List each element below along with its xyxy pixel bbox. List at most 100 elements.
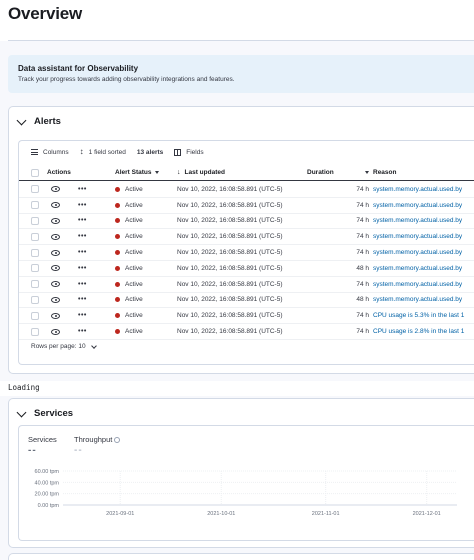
- status-dot: [115, 202, 120, 208]
- more-actions-icon[interactable]: •••: [78, 312, 87, 319]
- sort-label: 1 field sorted: [88, 148, 126, 156]
- more-actions-icon[interactable]: •••: [78, 202, 87, 209]
- table-row: ••• Active Nov 10, 2022, 16:08:58.891 (U…: [19, 261, 474, 277]
- alert-status: Active: [125, 201, 143, 209]
- table-row: ••• Active Nov 10, 2022, 16:08:58.891 (U…: [19, 324, 474, 340]
- eye-icon[interactable]: [51, 312, 60, 319]
- reason-link[interactable]: system.memory.actual.used.by: [373, 214, 462, 229]
- eye-icon[interactable]: [51, 281, 60, 288]
- x-tick-label: 2021-10-01: [207, 511, 235, 517]
- row-checkbox[interactable]: [31, 264, 39, 273]
- alert-status-cell: Active: [115, 293, 143, 308]
- fields-button[interactable]: Fields: [174, 148, 204, 156]
- more-actions-icon[interactable]: •••: [78, 233, 87, 240]
- reason-link[interactable]: system.memory.actual.used.by: [373, 277, 462, 292]
- alerts-section-toggle[interactable]: Alerts: [16, 115, 61, 127]
- eye-icon[interactable]: [51, 249, 60, 256]
- alerts-count: 13 alerts: [137, 149, 163, 156]
- table-header: Actions Alert Status ↓ Last updated Durat…: [19, 165, 474, 181]
- status-dot: [115, 186, 120, 192]
- sort-button[interactable]: ↕ 1 field sorted: [80, 148, 126, 156]
- rows-per-page-button[interactable]: Rows per page: 10: [31, 342, 97, 350]
- select-all-checkbox[interactable]: [31, 168, 39, 177]
- alert-status: Active: [125, 185, 143, 193]
- alert-status-cell: Active: [115, 277, 143, 292]
- alerts-count-label: 13 alerts: [136, 148, 164, 156]
- reason-link[interactable]: CPU usage is 5.3% in the last 1: [373, 308, 464, 323]
- eye-icon[interactable]: [51, 217, 60, 224]
- services-chart-card: Services -- Throughput -- 60.00 tpm 40.00…: [18, 425, 474, 541]
- alert-status: Active: [125, 249, 143, 257]
- eye-icon[interactable]: [51, 202, 60, 209]
- more-actions-icon[interactable]: •••: [78, 265, 87, 272]
- row-checkbox[interactable]: [31, 311, 39, 320]
- row-checkbox[interactable]: [31, 280, 39, 289]
- more-actions-icon[interactable]: •••: [78, 296, 87, 303]
- more-actions-icon[interactable]: •••: [78, 249, 87, 256]
- y-tick-label: 0.00 tpm: [38, 503, 60, 509]
- more-actions-icon[interactable]: •••: [78, 217, 87, 224]
- last-updated-cell: Nov 10, 2022, 16:08:58.891 (UTC-5): [177, 185, 283, 193]
- eye-icon[interactable]: [51, 265, 60, 272]
- alerts-table: Columns ↕ 1 field sorted 13 alerts Field…: [18, 140, 474, 365]
- row-checkbox[interactable]: [31, 216, 39, 225]
- x-tick-label: 2021-12-01: [413, 511, 441, 517]
- alert-status-cell: Active: [115, 214, 143, 229]
- throughput-chart: 60.00 tpm 40.00 tpm 20.00 tpm 0.00 tpm 2021-…: [35, 469, 457, 517]
- reason-link[interactable]: system.memory.actual.used.by: [373, 229, 462, 244]
- row-checkbox[interactable]: [31, 295, 39, 304]
- info-icon[interactable]: [114, 437, 121, 444]
- row-checkbox[interactable]: [31, 232, 39, 241]
- header-alert-status-label: Alert Status: [115, 169, 152, 176]
- last-updated-cell: Nov 10, 2022, 16:08:58.891 (UTC-5): [177, 296, 283, 304]
- alert-status: Active: [125, 280, 143, 288]
- more-actions-icon[interactable]: •••: [78, 186, 87, 193]
- row-checkbox[interactable]: [31, 201, 39, 210]
- alert-status-cell: Active: [115, 261, 143, 276]
- reason-link[interactable]: system.memory.actual.used.by: [373, 198, 462, 213]
- reason-link[interactable]: CPU usage is 2.8% in the last 1: [373, 324, 464, 339]
- duration-cell: 74 h: [356, 328, 369, 336]
- data-assistant-title: Data assistant for Observability: [18, 64, 139, 73]
- status-dot: [115, 265, 120, 271]
- reason-link[interactable]: system.memory.actual.used.by: [373, 182, 462, 197]
- header-alert-status[interactable]: Alert Status: [115, 165, 160, 180]
- status-dot: [115, 281, 120, 287]
- row-checkbox[interactable]: [31, 327, 39, 336]
- fields-label: Fields: [186, 148, 204, 156]
- alert-status: Active: [125, 264, 143, 272]
- last-updated-cell: Nov 10, 2022, 16:08:58.891 (UTC-5): [177, 328, 283, 336]
- services-section-toggle[interactable]: Services: [16, 407, 73, 419]
- alert-status-cell: Active: [115, 198, 143, 213]
- eye-icon[interactable]: [51, 296, 60, 303]
- more-actions-icon[interactable]: •••: [78, 281, 87, 288]
- header-last-updated[interactable]: ↓ Last updated: [177, 165, 225, 180]
- table-row: ••• Active Nov 10, 2022, 16:08:58.891 (U…: [19, 293, 474, 309]
- eye-icon[interactable]: [51, 233, 60, 240]
- header-duration[interactable]: Duration: [307, 165, 369, 180]
- columns-button[interactable]: Columns: [31, 149, 69, 156]
- table-row: ••• Active Nov 10, 2022, 16:08:58.891 (U…: [19, 308, 474, 325]
- eye-icon[interactable]: [51, 328, 60, 335]
- header-reason[interactable]: Reason: [373, 165, 396, 180]
- last-updated-cell: Nov 10, 2022, 16:08:58.891 (UTC-5): [177, 249, 283, 257]
- services-stat: Services --: [28, 435, 57, 456]
- reason-link[interactable]: system.memory.actual.used.by: [373, 245, 462, 260]
- throughput-stat-label: Throughput: [74, 435, 113, 444]
- row-checkbox[interactable]: [31, 185, 39, 194]
- alerts-toolbar: Columns ↕ 1 field sorted 13 alerts Field…: [31, 148, 215, 156]
- throughput-stat: Throughput --: [74, 435, 121, 456]
- data-assistant-description: Track your progress towards adding obser…: [18, 76, 235, 83]
- chevron-down-icon: [90, 342, 97, 349]
- row-checkbox[interactable]: [31, 248, 39, 257]
- reason-link[interactable]: system.memory.actual.used.by: [373, 293, 462, 308]
- eye-icon[interactable]: [51, 186, 60, 193]
- reason-link[interactable]: system.memory.actual.used.by: [373, 261, 462, 276]
- table-row: ••• Active Nov 10, 2022, 16:08:58.891 (U…: [19, 229, 474, 246]
- header-last-updated-label: Last updated: [184, 169, 225, 176]
- more-actions-icon[interactable]: •••: [78, 328, 87, 335]
- header-actions: Actions: [47, 169, 71, 176]
- status-dot: [115, 218, 120, 224]
- last-updated-cell: Nov 10, 2022, 16:08:58.891 (UTC-5): [177, 264, 283, 272]
- next-panel: [8, 553, 474, 560]
